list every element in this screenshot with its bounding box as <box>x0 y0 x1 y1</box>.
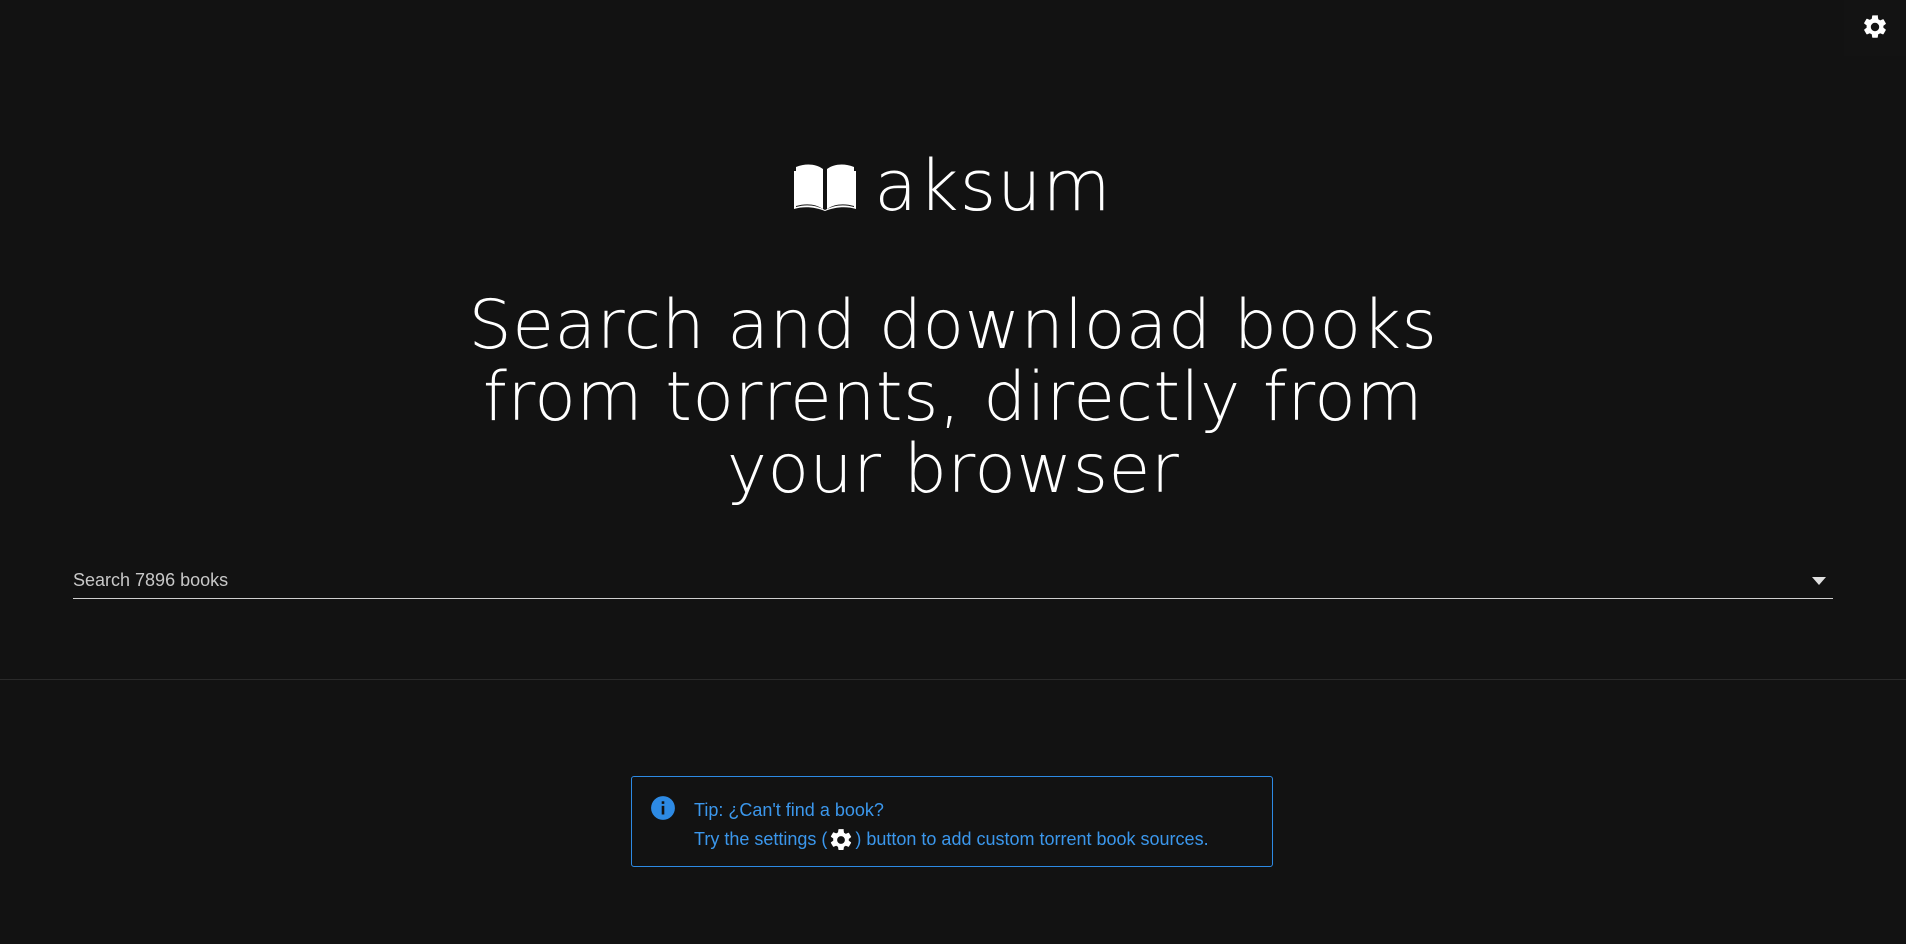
tip-text: Tip: ¿Can't find a book? Try the setting… <box>694 796 1209 854</box>
tip-title: Tip: ¿Can't find a book? <box>694 800 884 820</box>
gear-icon <box>827 826 855 854</box>
tip-body: Try the settings ( ) button to add custo… <box>694 825 1209 854</box>
info-icon <box>650 795 676 821</box>
tip-body-after: ) button to add custom torrent book sour… <box>855 829 1209 849</box>
brand: aksum <box>0 146 1906 226</box>
search-input[interactable] <box>73 562 1805 598</box>
headline-line-3: your browser <box>726 430 1180 509</box>
gear-icon <box>1861 13 1889 44</box>
divider <box>0 679 1906 680</box>
headline-line-1: Search and download books <box>468 286 1438 365</box>
caret-down-icon <box>1812 573 1826 588</box>
page: aksum Search and download books from tor… <box>0 0 1906 944</box>
open-book-icon <box>794 161 857 211</box>
brand-name: aksum <box>874 145 1112 227</box>
headline-line-2: from torrents, directly from <box>482 358 1424 437</box>
search-dropdown-button[interactable] <box>1805 566 1833 594</box>
settings-button[interactable] <box>1844 0 1906 56</box>
tip-body-before: Try the settings ( <box>694 829 828 849</box>
tip-alert: Tip: ¿Can't find a book? Try the setting… <box>631 776 1273 867</box>
page-title: Search and download books from torrents,… <box>453 290 1453 506</box>
search-field <box>73 562 1833 599</box>
